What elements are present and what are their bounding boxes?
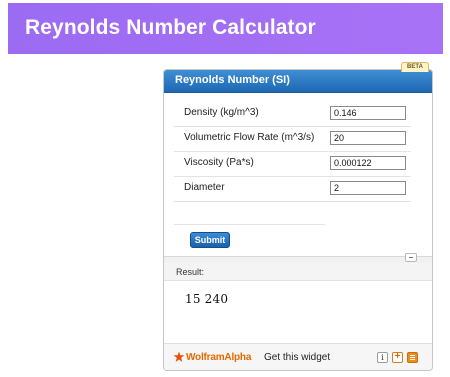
- field-flow-rate: Volumetric Flow Rate (m^3/s): [174, 126, 411, 152]
- viscosity-label: Viscosity (Pa*s): [184, 157, 254, 168]
- submit-area: Submit: [174, 224, 325, 251]
- info-icon[interactable]: i: [377, 352, 388, 363]
- flow-rate-input[interactable]: [330, 131, 406, 145]
- result-value: 15 240: [185, 292, 229, 306]
- viscosity-input[interactable]: [330, 156, 406, 170]
- collapse-icon[interactable]: [405, 253, 417, 262]
- wolfram-star-icon: [173, 351, 185, 362]
- reynolds-widget: Reynolds Number (SI) Density (kg/m^3) Vo…: [163, 69, 433, 371]
- form-result-divider: [164, 256, 432, 263]
- wolfram-alpha-logo[interactable]: WolframAlpha: [186, 352, 251, 363]
- diameter-input[interactable]: [330, 181, 406, 195]
- menu-icon[interactable]: [407, 352, 418, 363]
- field-diameter: Diameter: [174, 176, 411, 202]
- flow-rate-label: Volumetric Flow Rate (m^3/s): [184, 132, 315, 143]
- result-header: Result:: [164, 263, 432, 281]
- get-widget-link[interactable]: Get this widget: [264, 352, 330, 363]
- diameter-label: Diameter: [184, 182, 225, 193]
- widget-titlebar: Reynolds Number (SI): [164, 70, 432, 93]
- beta-badge: BETA: [401, 62, 429, 72]
- add-icon[interactable]: +: [392, 352, 403, 363]
- field-viscosity: Viscosity (Pa*s): [174, 151, 411, 177]
- page-header: Reynolds Number Calculator: [8, 3, 443, 54]
- widget-footer: WolframAlpha Get this widget i +: [164, 343, 432, 370]
- result-label: Result:: [176, 267, 205, 277]
- density-input[interactable]: [330, 106, 406, 120]
- widget-title: Reynolds Number (SI): [175, 74, 290, 86]
- input-form: Density (kg/m^3) Volumetric Flow Rate (m…: [164, 93, 432, 256]
- density-label: Density (kg/m^3): [184, 107, 259, 118]
- page-title: Reynolds Number Calculator: [25, 16, 316, 39]
- submit-button[interactable]: Submit: [190, 232, 230, 248]
- field-density: Density (kg/m^3): [174, 101, 411, 127]
